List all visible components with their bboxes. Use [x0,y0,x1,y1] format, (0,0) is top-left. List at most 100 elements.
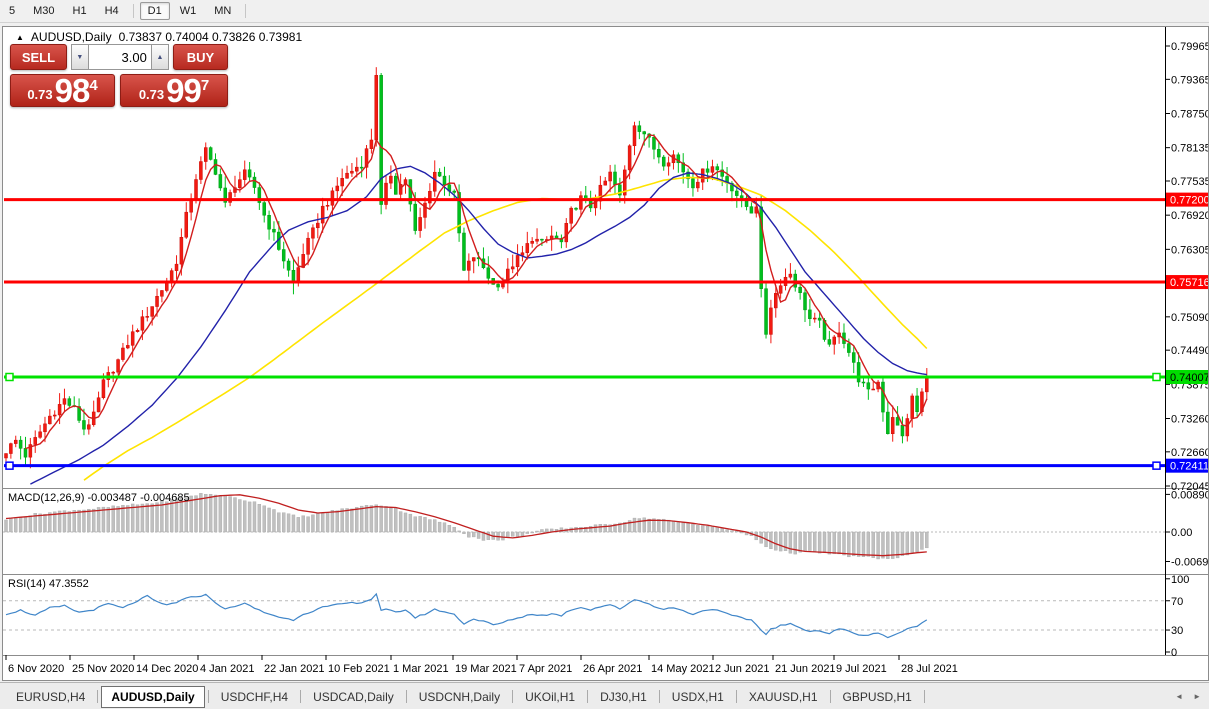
toolbar-separator [132,4,134,18]
horizontal-lines-layer [4,198,1165,470]
chart-window[interactable]: 0.79965 0.79365 0.78750 0.78135 0.77535 0.769… [2,26,1209,681]
svg-text:7 Apr 2021: 7 Apr 2021 [519,663,572,675]
svg-text:70: 70 [1171,596,1183,608]
svg-text:21 Jun 2021: 21 Jun 2021 [775,663,836,675]
timeframe-button-H4[interactable]: H4 [97,2,127,20]
tab-divider [300,690,302,703]
chart-tab-usdcnh-daily[interactable]: USDCNH,Daily [410,687,509,707]
macd-indicator-label: MACD(12,26,9) -0.003487 -0.004685 [8,492,190,504]
tab-divider [405,690,407,703]
svg-text:0.78750: 0.78750 [1171,109,1208,121]
one-click-trading-panel: SELL ▼ 3.00 ▲ BUY 0.73 98 4 0.73 99 7 [10,44,228,107]
svg-text:0.79965: 0.79965 [1171,41,1208,53]
moving-averages-layer [25,134,928,485]
buy-button[interactable]: BUY [173,44,228,70]
svg-text:14 Dec 2020: 14 Dec 2020 [136,663,198,675]
rsi-pane: 100 70 30 0 [3,574,1189,659]
timeframe-button-H1[interactable]: H1 [65,2,95,20]
sell-price-base: 0.73 [27,87,53,102]
svg-text:0.76920: 0.76920 [1171,210,1208,222]
tab-divider [658,690,660,703]
sell-price-big: 98 [54,72,91,109]
hline-handle[interactable] [1152,372,1161,382]
toolbar-separator [245,4,247,18]
svg-text:0.77535: 0.77535 [1171,176,1208,188]
tab-divider [512,690,514,703]
timeframe-button-D1[interactable]: D1 [139,2,170,20]
hline-handle[interactable] [1152,461,1161,470]
svg-text:-0.006977: -0.006977 [1171,556,1208,568]
candles-layer [4,67,929,469]
hline-handle[interactable] [5,461,14,470]
symbol-label: AUDUSD,Daily [30,30,112,44]
volume-increase-button[interactable]: ▲ [150,44,170,70]
svg-text:14 May 2021: 14 May 2021 [651,663,715,675]
chart-tab-bar: EURUSD,H4 AUDUSD,Daily USDCHF,H4 USDCAD,Dai… [0,682,1209,709]
hline-handle[interactable] [5,372,14,382]
svg-text:25 Nov 2020: 25 Nov 2020 [72,663,134,675]
svg-text:26 Apr 2021: 26 Apr 2021 [583,663,642,675]
timeframe-button-5[interactable]: 5 [1,2,23,20]
sell-price-pip: 4 [89,77,98,94]
timeframe-button-MN[interactable]: MN [206,2,239,20]
collapse-panel-icon[interactable]: ▲ [16,33,24,42]
volume-input[interactable]: 3.00 [89,44,151,70]
svg-text:0.00: 0.00 [1171,527,1192,539]
chart-tab-xauusd-h1[interactable]: XAUUSD,H1 [740,687,827,707]
svg-text:0.76305: 0.76305 [1171,244,1208,256]
chart-tab-audusd-daily[interactable]: AUDUSD,Daily [101,685,205,708]
svg-text:100: 100 [1171,574,1189,586]
buy-price-base: 0.73 [138,87,165,102]
chart-tab-usdx-h1[interactable]: USDX,H1 [663,687,733,707]
svg-text:1 Mar 2021: 1 Mar 2021 [393,663,449,675]
mt4-window: 5 M30 H1 H4 D1 W1 MN 0.79965 0.79365 0.78750 0.78… [0,0,1209,709]
tab-divider [829,690,831,703]
chart-canvas[interactable]: 0.79965 0.79365 0.78750 0.78135 0.77535 0.769… [3,27,1208,680]
sell-price-display[interactable]: 0.73 98 4 [10,74,115,107]
tab-scroll-right-icon[interactable]: ► [1193,692,1201,701]
svg-text:0.72411: 0.72411 [1170,461,1208,473]
sell-button[interactable]: SELL [10,44,67,70]
svg-text:2 Jun 2021: 2 Jun 2021 [715,663,769,675]
timeframe-toolbar: 5 M30 H1 H4 D1 W1 MN [0,0,1209,23]
svg-text:19 Mar 2021: 19 Mar 2021 [455,663,517,675]
buy-price-display[interactable]: 0.73 99 7 [120,74,228,107]
svg-text:10 Feb 2021: 10 Feb 2021 [328,663,390,675]
timeframe-button-W1[interactable]: W1 [172,2,205,20]
volume-decrease-button[interactable]: ▼ [70,44,90,70]
buy-price-big: 99 [166,72,202,109]
ohlc-values: 0.73837 0.74004 0.73826 0.73981 [118,30,303,44]
timeframe-button-M30[interactable]: M30 [25,2,62,20]
chart-tab-dj30-h1[interactable]: DJ30,H1 [591,687,656,707]
svg-text:30: 30 [1171,625,1183,637]
chart-tab-gbpusd-h1[interactable]: GBPUSD,H1 [834,687,921,707]
chart-tab-eurusd-h4[interactable]: EURUSD,H4 [7,687,94,707]
svg-text:0.75716: 0.75716 [1170,277,1208,289]
svg-text:0.79365: 0.79365 [1171,74,1208,86]
buy-price-pip: 7 [200,77,210,94]
svg-text:0.77200: 0.77200 [1170,195,1208,207]
svg-text:0: 0 [1171,647,1177,659]
tab-divider [97,690,99,703]
chart-title: ▲ AUDUSD,Daily 0.73837 0.74004 0.73826 0… [16,30,302,44]
chart-tab-usdchf-h4[interactable]: USDCHF,H4 [212,687,297,707]
price-axis: 0.79965 0.79365 0.78750 0.78135 0.77535 0.769… [1165,41,1208,493]
svg-text:0.73260: 0.73260 [1171,414,1208,426]
tab-divider [207,690,209,703]
svg-text:0.008903: 0.008903 [1171,489,1208,501]
tab-divider [587,690,589,703]
svg-text:0.72660: 0.72660 [1171,447,1208,459]
svg-text:9 Jul 2021: 9 Jul 2021 [836,663,887,675]
tab-divider [735,690,737,703]
svg-text:22 Jan 2021: 22 Jan 2021 [264,663,325,675]
time-axis: 6 Nov 2020 25 Nov 2020 14 Dec 2020 4 Jan 20… [5,655,958,675]
svg-text:0.74007: 0.74007 [1170,372,1208,384]
chart-tab-ukoil-h1[interactable]: UKOil,H1 [516,687,584,707]
svg-text:28 Jul 2021: 28 Jul 2021 [901,663,958,675]
rsi-indicator-label: RSI(14) 47.3552 [8,578,89,590]
svg-text:0.75090: 0.75090 [1171,312,1208,324]
tab-divider [923,690,925,703]
svg-text:6 Nov 2020: 6 Nov 2020 [8,663,64,675]
chart-tab-usdcad-daily[interactable]: USDCAD,Daily [304,687,403,707]
tab-scroll-left-icon[interactable]: ◄ [1175,692,1183,701]
